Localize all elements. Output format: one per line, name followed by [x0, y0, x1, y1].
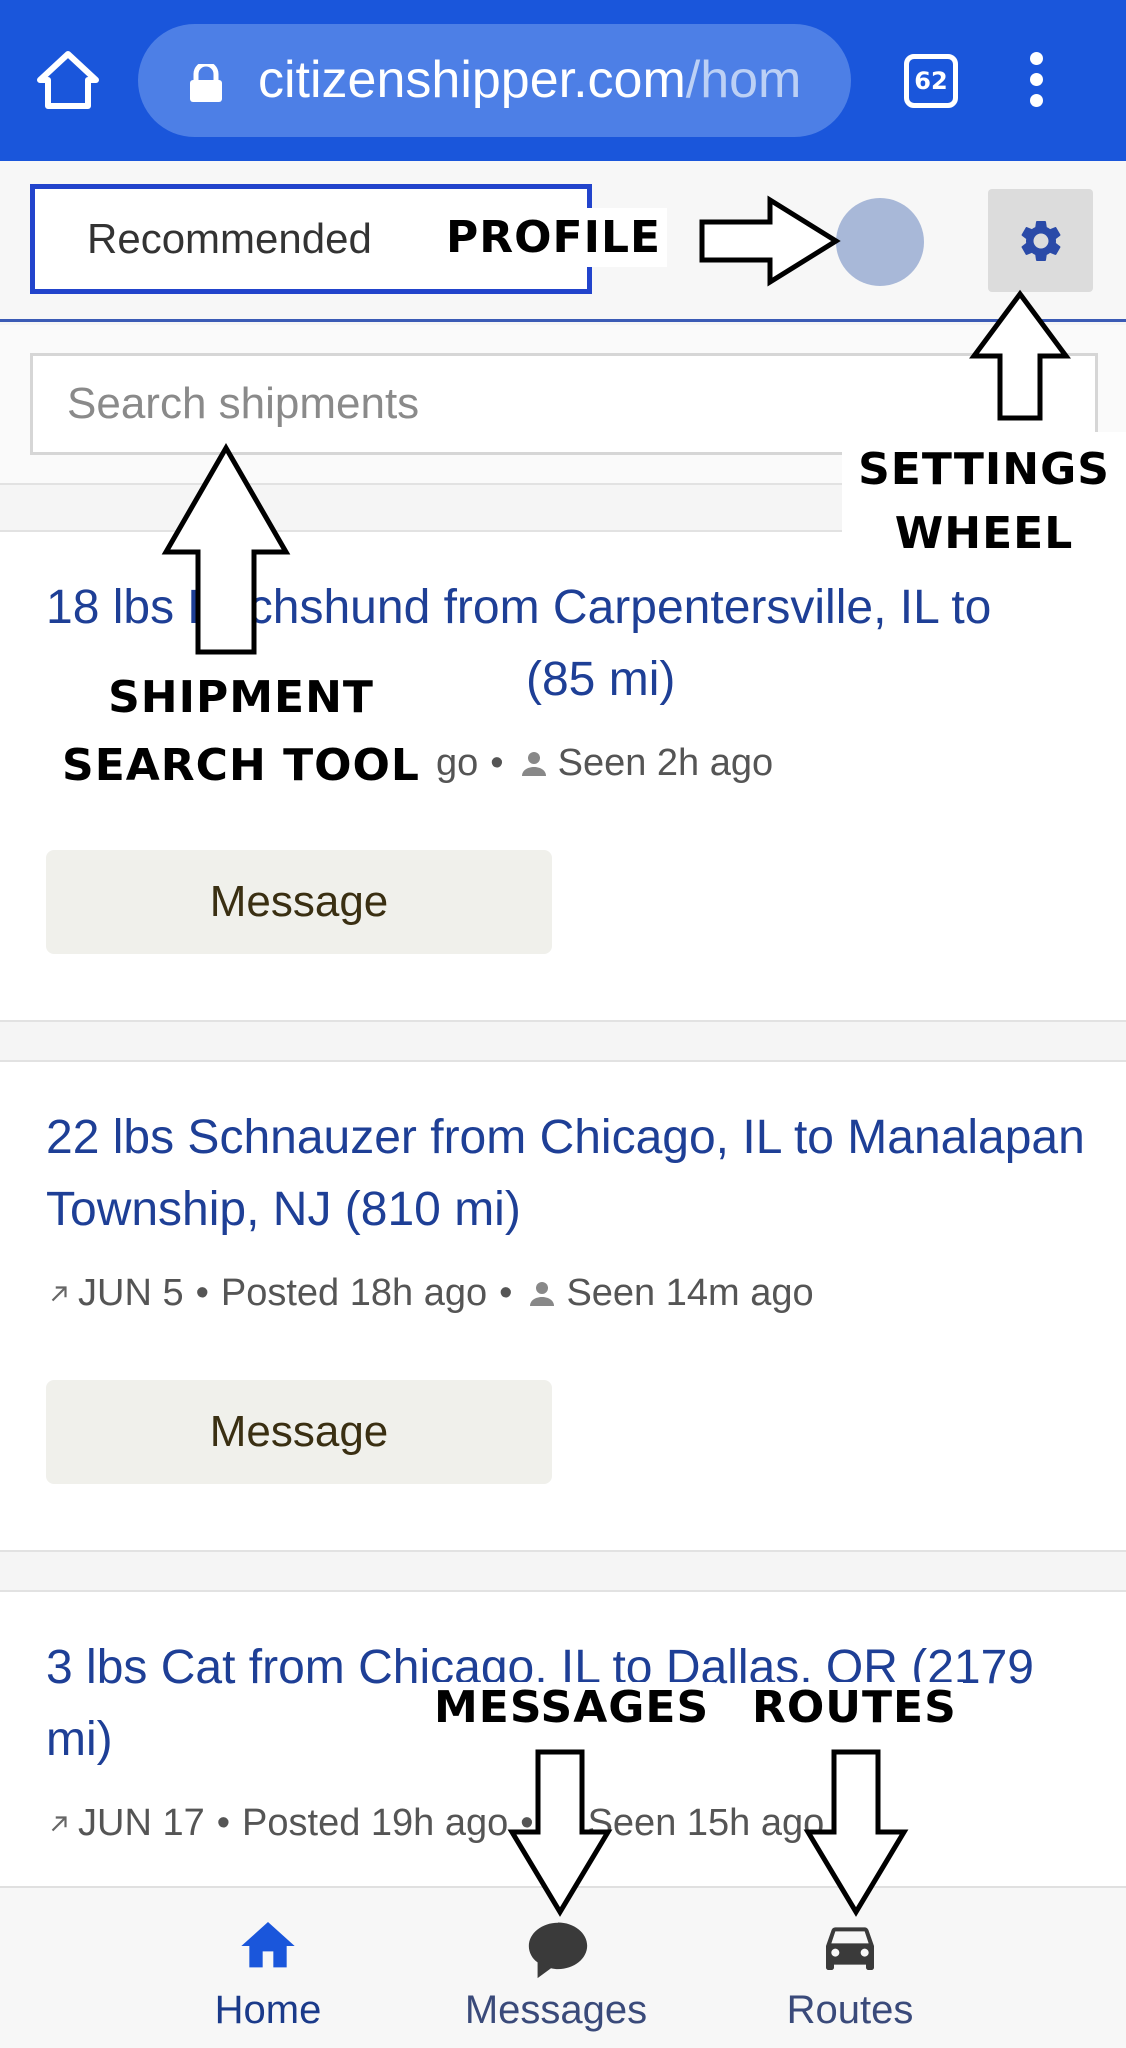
arrow-up-icon: [161, 442, 291, 655]
browser-home-icon[interactable]: [36, 48, 100, 112]
message-button[interactable]: Message: [46, 850, 552, 954]
arrow-up-icon: [969, 289, 1071, 421]
annotation-settings: SETTINGS WHEEL: [842, 432, 1126, 564]
shipment-title-link[interactable]: 22 lbs Schnauzer from Chicago, IL to Man…: [46, 1102, 1086, 1246]
lock-icon: [188, 61, 224, 102]
person-icon: [530, 1281, 555, 1306]
shipment-meta: JUN 17 • Posted 19h ago • Seen 15h ago: [46, 1802, 824, 1845]
tab-switcher-icon[interactable]: 62: [904, 54, 958, 108]
nav-home[interactable]: Home: [148, 1888, 388, 2048]
gear-icon: [1021, 221, 1061, 261]
annotation-routes: ROUTES: [746, 1682, 963, 1733]
annotation-search-tool: SHIPMENT SEARCH TOOL: [48, 660, 434, 804]
more-vertical-icon[interactable]: [1030, 52, 1044, 108]
annotation-messages: MESSAGES: [428, 1682, 716, 1733]
avatar[interactable]: [836, 198, 924, 286]
shipment-meta: JUN 5 • Posted 18h ago • Seen 14m ago: [46, 1272, 814, 1315]
home-icon: [241, 1922, 295, 1968]
car-icon: [826, 1927, 874, 1970]
settings-button[interactable]: [988, 189, 1093, 292]
person-icon: [521, 751, 546, 776]
arrow-down-icon: [507, 1749, 613, 1917]
annotation-profile: PROFILE: [440, 208, 668, 267]
browser-toolbar: citizenshipper.com/hom 62: [0, 0, 1126, 161]
shipment-card: 22 lbs Schnauzer from Chicago, IL to Man…: [0, 1060, 1126, 1552]
chat-bubble-icon: [528, 1922, 588, 1979]
arrow-down-icon: [803, 1749, 909, 1917]
url-text: citizenshipper.com/hom: [258, 51, 802, 109]
arrow-up-right-icon: [51, 1815, 67, 1831]
message-button[interactable]: Message: [46, 1380, 552, 1484]
arrow-right-icon: [699, 195, 841, 287]
arrow-up-right-icon: [51, 1285, 67, 1301]
address-bar[interactable]: citizenshipper.com/hom: [138, 24, 851, 137]
sort-select-label: Recommended: [87, 215, 372, 262]
